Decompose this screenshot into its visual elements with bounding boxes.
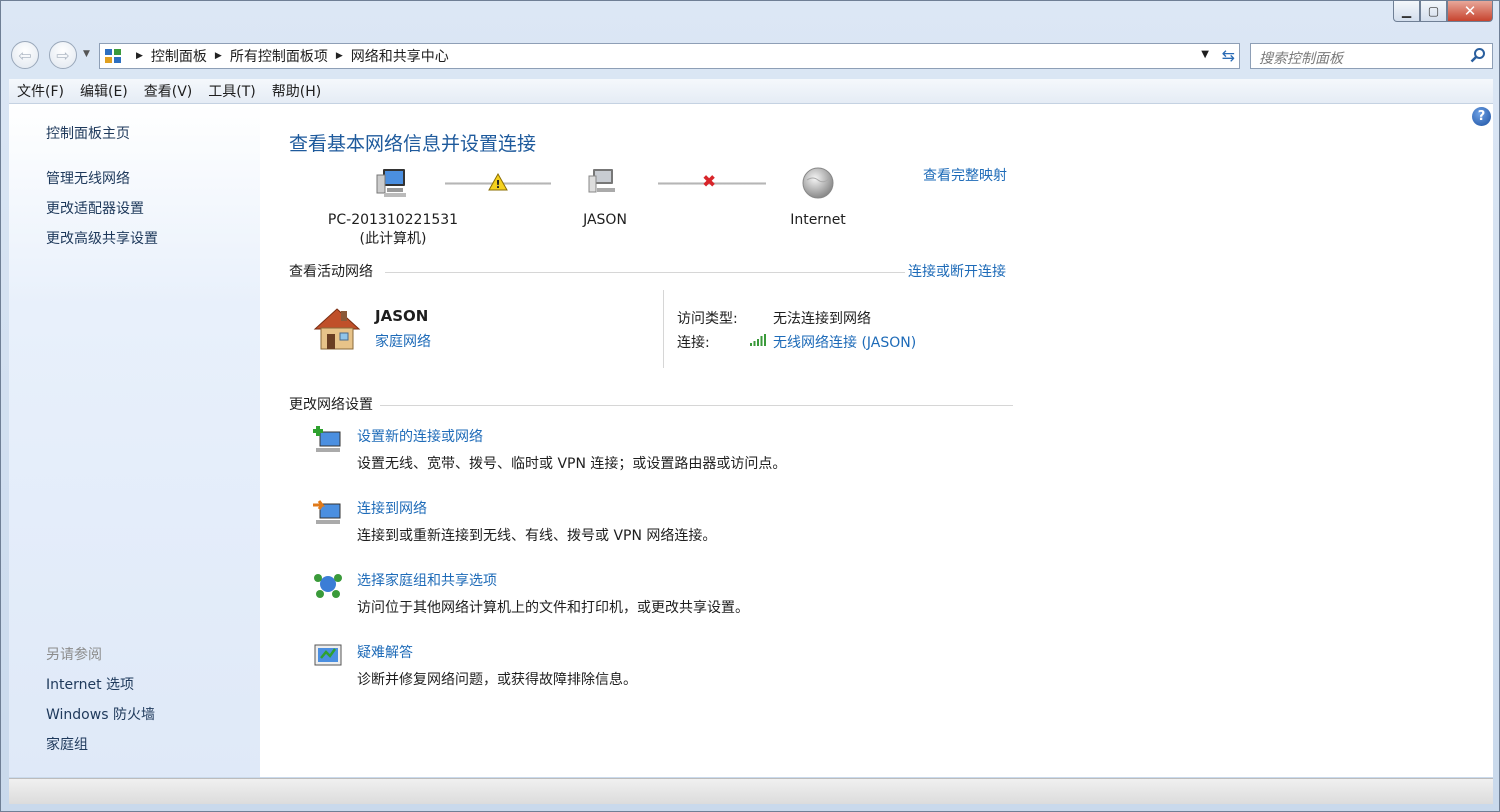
- breadcrumb-separator-icon[interactable]: ▶: [336, 51, 343, 61]
- view-full-map-link[interactable]: 查看完整映射: [923, 165, 1007, 185]
- new-connection-icon: [313, 426, 341, 452]
- task-connect-network-link[interactable]: 连接到网络: [357, 498, 427, 518]
- computer-subtitle: (此计算机): [359, 231, 427, 247]
- wireless-connection-link[interactable]: 无线网络连接 (JASON): [773, 332, 916, 352]
- error-icon[interactable]: ✖: [702, 172, 716, 192]
- warning-icon[interactable]: !: [488, 173, 508, 191]
- change-settings-heading: 更改网络设置: [289, 397, 373, 413]
- control-panel-icon: [105, 49, 121, 63]
- sidebar-item-control-panel-home[interactable]: 控制面板主页: [46, 123, 130, 143]
- task-connect-network-desc: 连接到或重新连接到无线、有线、拨号或 VPN 网络连接。: [357, 528, 717, 544]
- divider: [380, 405, 1013, 406]
- network-node-label: JASON: [583, 212, 627, 228]
- status-bar: [9, 778, 1493, 804]
- task-new-connection-link[interactable]: 设置新的连接或网络: [357, 426, 483, 446]
- title-bar: ▁ ▢ ✕: [1, 1, 1499, 35]
- sidebar: 控制面板主页 管理无线网络 更改适配器设置 更改高级共享设置 另请参阅 Inte…: [9, 104, 260, 777]
- menu-view[interactable]: 查看(V): [136, 81, 201, 101]
- sidebar-item-homegroup[interactable]: 家庭组: [46, 734, 88, 754]
- connect-disconnect-link[interactable]: 连接或断开连接: [908, 261, 1006, 281]
- task-new-connection-desc: 设置无线、宽带、拨号、临时或 VPN 连接；或设置路由器或访问点。: [357, 456, 787, 472]
- homegroup-sharing-icon: [314, 574, 342, 598]
- search-placeholder[interactable]: 搜索控制面板: [1259, 48, 1343, 68]
- task-homegroup-link[interactable]: 选择家庭组和共享选项: [357, 570, 497, 590]
- menu-file[interactable]: 文件(F): [9, 81, 72, 101]
- menu-tools[interactable]: 工具(T): [200, 81, 263, 101]
- task-homegroup-desc: 访问位于其他网络计算机上的文件和打印机，或更改共享设置。: [357, 600, 749, 616]
- minimize-button[interactable]: ▁: [1393, 1, 1420, 22]
- forward-button[interactable]: ⇨: [49, 41, 77, 69]
- active-network-name: JASON: [375, 307, 429, 325]
- content-area: 控制面板主页 管理无线网络 更改适配器设置 更改高级共享设置 另请参阅 Inte…: [9, 104, 1493, 777]
- address-dropdown-icon[interactable]: ▼: [1201, 49, 1209, 60]
- window: ▁ ▢ ✕ ⇦ ⇨ ▼ ▶ 控制面板 ▶ 所有控制面板项 ▶ 网络和共享中心 ▼…: [0, 0, 1500, 812]
- task-troubleshoot-link[interactable]: 疑难解答: [357, 642, 413, 662]
- search-box[interactable]: 搜索控制面板: [1250, 43, 1493, 69]
- sidebar-item-advanced-sharing[interactable]: 更改高级共享设置: [46, 228, 158, 248]
- close-button[interactable]: ✕: [1447, 1, 1493, 22]
- network-type-link[interactable]: 家庭网络: [375, 331, 431, 351]
- access-type-label: 访问类型:: [677, 311, 738, 327]
- computer-icon: [376, 169, 406, 197]
- menu-edit[interactable]: 编辑(E): [72, 81, 136, 101]
- sidebar-item-windows-firewall[interactable]: Windows 防火墙: [46, 704, 155, 724]
- sidebar-item-internet-options[interactable]: Internet 选项: [46, 674, 134, 694]
- connect-network-icon: [313, 500, 341, 524]
- recent-pages-dropdown[interactable]: ▼: [83, 49, 90, 59]
- breadcrumb-all-items[interactable]: 所有控制面板项: [230, 46, 328, 66]
- menu-bar: 文件(F) 编辑(E) 查看(V) 工具(T) 帮助(H): [9, 79, 1493, 104]
- sidebar-item-adapter-settings[interactable]: 更改适配器设置: [46, 198, 144, 218]
- help-icon[interactable]: ?: [1472, 107, 1491, 126]
- see-also-heading: 另请参阅: [46, 647, 102, 663]
- connection-label: 连接:: [677, 335, 710, 351]
- menu-help[interactable]: 帮助(H): [264, 81, 329, 101]
- globe-icon: [802, 167, 834, 199]
- breadcrumb-network-center[interactable]: 网络和共享中心: [351, 46, 449, 66]
- task-troubleshoot-desc: 诊断并修复网络问题，或获得故障排除信息。: [357, 672, 637, 688]
- maximize-button[interactable]: ▢: [1420, 1, 1447, 22]
- vertical-divider: [663, 290, 664, 368]
- internet-node-label: Internet: [790, 212, 846, 228]
- window-controls: ▁ ▢ ✕: [1393, 1, 1493, 22]
- active-networks-heading: 查看活动网络: [289, 264, 373, 280]
- breadcrumb-separator-icon[interactable]: ▶: [215, 51, 222, 61]
- breadcrumb-control-panel[interactable]: 控制面板: [151, 46, 207, 66]
- signal-strength-icon: [750, 334, 766, 346]
- home-network-icon: [313, 308, 361, 350]
- troubleshoot-icon: [314, 644, 342, 666]
- page-title: 查看基本网络信息并设置连接: [289, 133, 537, 155]
- navigation-bar: ⇦ ⇨ ▼ ▶ 控制面板 ▶ 所有控制面板项 ▶ 网络和共享中心 ▼ ⇆ 搜索控…: [11, 41, 1493, 71]
- refresh-icon[interactable]: ⇆: [1222, 46, 1235, 65]
- computer-node-label: PC-201310221531 (此计算机): [318, 212, 468, 248]
- main-panel: ? 查看基本网络信息并设置连接 PC-201310221531 (此计算机) !: [260, 104, 1493, 777]
- back-button[interactable]: ⇦: [11, 41, 39, 69]
- warning-symbol: !: [495, 178, 500, 191]
- network-icon: [588, 169, 615, 193]
- sidebar-item-manage-wireless[interactable]: 管理无线网络: [46, 168, 130, 188]
- computer-name: PC-201310221531: [327, 212, 459, 228]
- search-icon[interactable]: [1470, 47, 1486, 63]
- access-type-value: 无法连接到网络: [773, 311, 871, 327]
- address-bar[interactable]: ▶ 控制面板 ▶ 所有控制面板项 ▶ 网络和共享中心 ▼ ⇆: [99, 43, 1240, 69]
- divider: [385, 272, 905, 273]
- breadcrumb-separator-icon[interactable]: ▶: [136, 51, 143, 61]
